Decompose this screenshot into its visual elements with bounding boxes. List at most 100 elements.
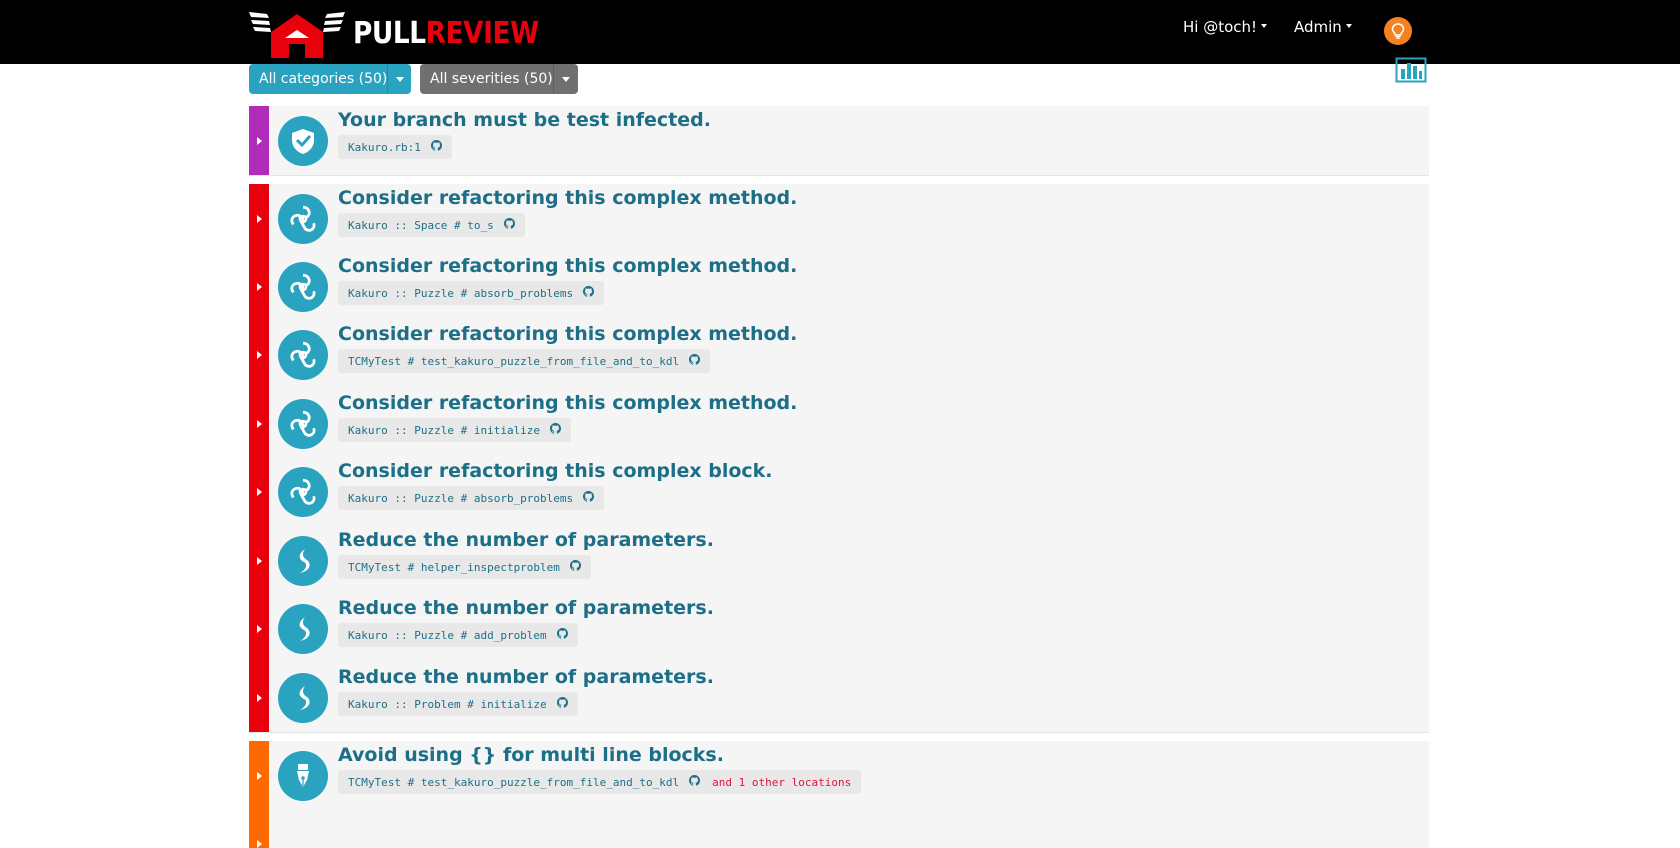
github-icon[interactable]: [550, 423, 562, 437]
issue-location[interactable]: TCMyTest # helper_inspectproblem: [338, 555, 591, 579]
expand-toggle[interactable]: [249, 457, 269, 526]
caret-down-icon: [561, 76, 570, 82]
issue-row[interactable]: Reduce the number of parameters. Kakuro :…: [249, 594, 1429, 664]
brand-name-review: REVIEW: [425, 15, 540, 51]
expand-toggle[interactable]: [249, 663, 269, 732]
expand-toggle[interactable]: [249, 526, 269, 595]
expand-toggle[interactable]: [249, 320, 269, 389]
severity-filter-toggle[interactable]: [552, 64, 578, 94]
category-filter-dropdown[interactable]: All categories (50): [249, 64, 411, 94]
github-icon[interactable]: [430, 140, 442, 154]
issue-title[interactable]: Reduce the number of parameters.: [338, 597, 714, 619]
parameters-icon: [278, 673, 328, 723]
caret-right-icon: [256, 771, 262, 780]
complexity-icon: [278, 194, 328, 244]
expand-toggle[interactable]: [249, 106, 269, 175]
issue-location-text: Kakuro :: Puzzle # initialize: [348, 423, 541, 437]
issue-location[interactable]: Kakuro :: Problem # initialize: [338, 692, 578, 716]
issue-location-text: TCMyTest # test_kakuro_puzzle_from_file_…: [348, 775, 680, 789]
issue-title[interactable]: Avoid using {} for multi line blocks.: [338, 744, 724, 766]
issue-title[interactable]: Consider refactoring this complex method…: [338, 392, 797, 414]
issue-row[interactable]: [249, 809, 1429, 848]
issue-location[interactable]: Kakuro :: Space # to_s: [338, 213, 525, 237]
category-filter-toggle[interactable]: [387, 64, 411, 94]
category-filter-label: All categories (50): [259, 71, 388, 87]
issue-row[interactable]: Consider refactoring this complex block.…: [249, 457, 1429, 527]
caret-right-icon: [256, 487, 262, 496]
issue-row[interactable]: Consider refactoring this complex method…: [249, 252, 1429, 322]
user-menu[interactable]: Hi @toch!: [1183, 18, 1268, 36]
issue-location[interactable]: Kakuro.rb:1: [338, 135, 452, 159]
github-icon[interactable]: [556, 697, 568, 711]
complexity-icon: [278, 330, 328, 380]
issue-location-text: Kakuro.rb:1: [348, 140, 421, 154]
github-icon[interactable]: [503, 218, 515, 232]
issue-row[interactable]: Avoid using {} for multi line blocks. TCM…: [249, 741, 1429, 811]
style-pen-icon: [278, 751, 328, 801]
complexity-icon: [278, 467, 328, 517]
issue-title[interactable]: Consider refactoring this complex method…: [338, 255, 797, 277]
issue-row[interactable]: Consider refactoring this complex method…: [249, 389, 1429, 459]
issue-location-text: TCMyTest # helper_inspectproblem: [348, 560, 560, 574]
parameters-icon: [278, 604, 328, 654]
caret-right-icon: [256, 839, 262, 848]
github-icon[interactable]: [583, 286, 595, 300]
issue-location[interactable]: Kakuro :: Puzzle # absorb_problems: [338, 486, 605, 510]
github-icon[interactable]: [689, 775, 701, 789]
issue-row[interactable]: Your branch must be test infected. Kakuro…: [249, 106, 1429, 176]
issue-title[interactable]: Consider refactoring this complex method…: [338, 187, 797, 209]
issue-row[interactable]: Reduce the number of parameters. TCMyTest…: [249, 526, 1429, 596]
expand-toggle[interactable]: [249, 741, 269, 810]
user-menu-label: Hi @toch!: [1183, 18, 1258, 36]
issue-title[interactable]: Consider refactoring this complex block.: [338, 460, 773, 482]
expand-toggle[interactable]: [249, 184, 269, 253]
brand-name: PULLREVIEW: [353, 16, 539, 51]
severity-filter-label: All severities (50): [430, 71, 553, 87]
brand-logo[interactable]: PULLREVIEW: [247, 8, 564, 58]
tips-button[interactable]: [1384, 17, 1412, 45]
expand-toggle[interactable]: [249, 809, 269, 848]
caret-right-icon: [256, 624, 262, 633]
github-icon[interactable]: [583, 491, 595, 505]
stats-chart-button[interactable]: [1395, 57, 1427, 83]
issue-location[interactable]: TCMyTest # test_kakuro_puzzle_from_file_…: [338, 770, 862, 794]
chevron-down-icon: [1345, 24, 1352, 28]
brand-name-pull: PULL: [353, 15, 426, 51]
issue-row[interactable]: Reduce the number of parameters. Kakuro :…: [249, 663, 1429, 733]
caret-right-icon: [256, 556, 262, 565]
expand-toggle[interactable]: [249, 252, 269, 321]
pullreview-logo-icon: [249, 12, 345, 58]
expand-toggle[interactable]: [249, 594, 269, 663]
issue-title[interactable]: Consider refactoring this complex method…: [338, 323, 797, 345]
issue-title[interactable]: Your branch must be test infected.: [338, 109, 711, 131]
issue-location-text: Kakuro :: Puzzle # absorb_problems: [348, 286, 574, 300]
expand-toggle[interactable]: [249, 389, 269, 458]
issue-row[interactable]: Consider refactoring this complex method…: [249, 320, 1429, 390]
issue-location-text: Kakuro :: Problem # initialize: [348, 697, 547, 711]
issue-location[interactable]: TCMyTest # test_kakuro_puzzle_from_file_…: [338, 349, 711, 373]
lightbulb-icon: [1391, 23, 1405, 39]
github-icon[interactable]: [689, 354, 701, 368]
caret-right-icon: [256, 214, 262, 223]
caret-right-icon: [256, 419, 262, 428]
complexity-icon: [278, 399, 328, 449]
caret-right-icon: [256, 693, 262, 702]
other-locations-link[interactable]: and 1 other locations: [712, 776, 851, 789]
github-icon[interactable]: [569, 560, 581, 574]
caret-right-icon: [256, 136, 262, 145]
issue-location-text: TCMyTest # test_kakuro_puzzle_from_file_…: [348, 354, 680, 368]
issue-row[interactable]: Consider refactoring this complex method…: [249, 184, 1429, 254]
top-navbar: PULLREVIEW Hi @toch! Admin: [0, 0, 1680, 64]
severity-filter-dropdown[interactable]: All severities (50): [420, 64, 578, 94]
issue-location[interactable]: Kakuro :: Puzzle # initialize: [338, 418, 572, 442]
admin-menu[interactable]: Admin: [1294, 18, 1352, 36]
github-icon[interactable]: [556, 628, 568, 642]
issue-location[interactable]: Kakuro :: Puzzle # add_problem: [338, 623, 578, 647]
issue-location-text: Kakuro :: Space # to_s: [348, 218, 494, 232]
caret-right-icon: [256, 282, 262, 291]
issue-location[interactable]: Kakuro :: Puzzle # absorb_problems: [338, 281, 605, 305]
caret-right-icon: [256, 350, 262, 359]
admin-menu-label: Admin: [1294, 18, 1342, 36]
issue-title[interactable]: Reduce the number of parameters.: [338, 529, 714, 551]
issue-title[interactable]: Reduce the number of parameters.: [338, 666, 714, 688]
